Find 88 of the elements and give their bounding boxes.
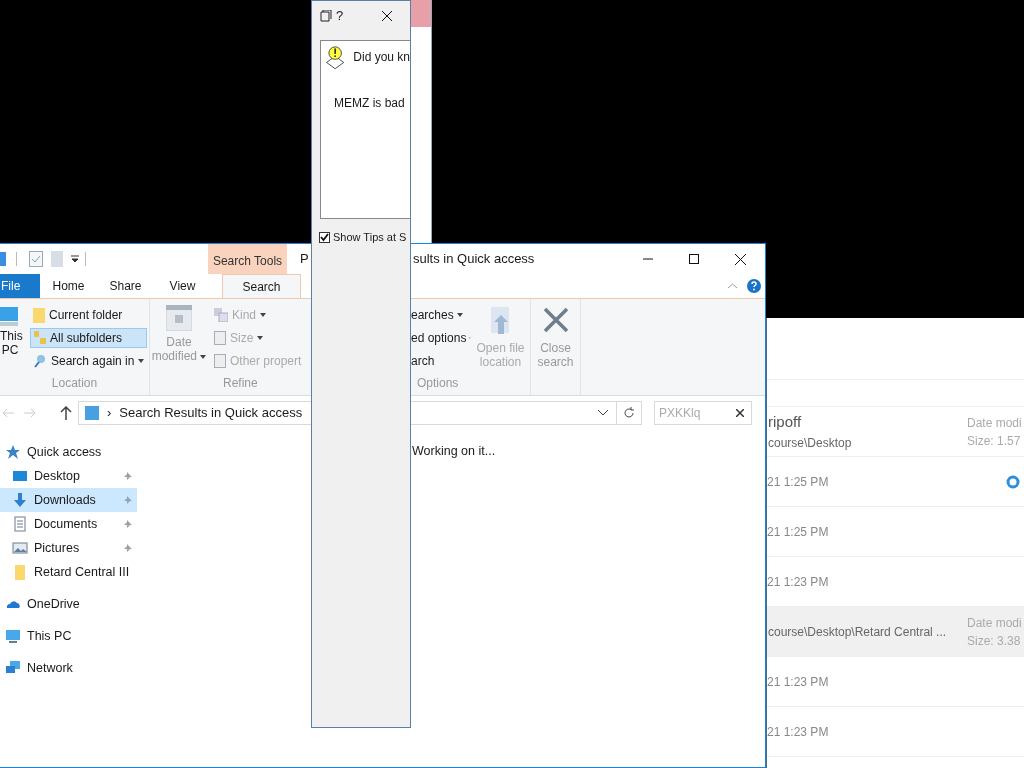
date-text: 21 1:23 PM	[767, 673, 830, 691]
caret-icon	[200, 354, 207, 359]
computer-icon	[5, 628, 21, 644]
search-field[interactable]: PXKKlq	[654, 401, 752, 425]
close-icon[interactable]	[382, 11, 392, 21]
file-path: course\Desktop	[768, 434, 853, 452]
folder-icon	[85, 406, 99, 420]
nav-item[interactable]: Desktop	[0, 464, 137, 488]
star-icon	[5, 444, 21, 460]
nav-item[interactable]: Retard Central III	[0, 560, 137, 584]
result-row[interactable]: ripoff course\Desktop Date modi Size: 1.57	[767, 407, 1024, 457]
context-tab-header: Search Tools	[208, 244, 287, 274]
kind-icon	[214, 308, 228, 322]
advanced-options-button[interactable]: ed options	[411, 328, 471, 348]
document-icon	[214, 354, 226, 368]
current-folder-button[interactable]: Current folder	[30, 305, 148, 325]
window-title: P	[300, 250, 309, 269]
nav-item[interactable]: Documents	[0, 512, 137, 536]
nav-item[interactable]: Quick access	[0, 440, 137, 464]
recent-searches-button[interactable]: earches	[411, 305, 471, 325]
group-label: Options	[416, 375, 460, 392]
pin-icon[interactable]	[123, 519, 133, 529]
calendar-icon	[166, 305, 192, 331]
clear-icon[interactable]	[736, 409, 744, 417]
size-label: Size: 3.38	[967, 632, 1022, 650]
pin-icon[interactable]	[123, 495, 133, 505]
date-label: Date modi	[967, 614, 1022, 632]
caret-icon	[469, 336, 471, 340]
refresh-icon[interactable]	[623, 407, 635, 419]
caret-icon	[257, 336, 264, 340]
save-search-button[interactable]: arch	[411, 351, 471, 371]
ribbon-tab[interactable]: File	[0, 274, 40, 298]
up-arrow-icon[interactable]	[60, 406, 72, 420]
window-icon	[320, 10, 332, 22]
close-icon	[542, 307, 569, 333]
window-title: sults in Quick access	[413, 250, 535, 269]
file-path: course\Desktop\Retard Central ...	[768, 623, 948, 641]
dialog-title: ?	[336, 7, 344, 26]
checkmark-icon[interactable]	[29, 251, 43, 267]
close-icon[interactable]	[735, 253, 746, 265]
ribbon-tab[interactable]: Share	[97, 274, 154, 298]
date-label: Date modi	[967, 414, 1022, 432]
help-icon[interactable]	[747, 279, 761, 293]
date-text: 21 1:25 PM	[767, 473, 830, 491]
folder-icon	[33, 307, 45, 323]
all-subfolders-button[interactable]: All subfolders	[30, 328, 148, 348]
status-text: Working on it...	[412, 443, 496, 458]
ribbon-tab[interactable]: Home	[40, 274, 97, 298]
pin-icon[interactable]	[123, 471, 133, 481]
nav-item[interactable]: Pictures	[0, 536, 137, 560]
document-icon	[214, 331, 226, 345]
nav-item[interactable]: Downloads	[0, 488, 137, 512]
chevron-down-icon[interactable]	[598, 410, 608, 416]
ribbon-tab[interactable]: View	[154, 274, 211, 298]
computer-icon	[0, 305, 20, 329]
tip-heading: Did you kn	[353, 49, 410, 66]
nav-item[interactable]: OneDrive	[0, 592, 137, 616]
document-icon	[12, 516, 28, 532]
checkbox[interactable]	[319, 231, 330, 243]
caret-icon	[260, 313, 267, 317]
down-arrow-icon	[12, 492, 28, 508]
date-text: 21 1:23 PM	[767, 573, 830, 591]
nav-item[interactable]: This PC	[0, 624, 137, 648]
result-row[interactable]: course\Desktop\Retard Central ... Date modi Size: 3.38	[767, 607, 1024, 657]
collapse-ribbon-icon[interactable]	[728, 283, 737, 289]
folder-icon	[12, 564, 28, 580]
group-label: Refine	[222, 375, 259, 392]
this-pc-button[interactable]: This PC	[0, 305, 26, 374]
nav-item[interactable]: Network	[0, 656, 137, 680]
group-label: Location	[50, 375, 99, 392]
network-icon	[5, 660, 21, 676]
size-label: Size: 1.57	[967, 432, 1022, 450]
maximize-icon[interactable]	[689, 254, 699, 264]
picture-icon	[12, 540, 28, 556]
monitor-icon	[12, 468, 28, 484]
checkbox-label: Show Tips at S	[333, 230, 407, 245]
search-again-button[interactable]: Search again in	[30, 351, 148, 371]
date-text: 21 1:23 PM	[767, 723, 830, 741]
caret-icon	[138, 359, 145, 363]
ribbon-tab[interactable]: Search	[222, 274, 301, 298]
file-name: ripoff	[768, 412, 803, 433]
date-text: 21 1:25 PM	[767, 523, 830, 541]
pin-icon[interactable]	[123, 543, 133, 553]
folders-icon	[34, 331, 46, 345]
dropdown-icon[interactable]	[71, 255, 79, 263]
caret-icon	[456, 313, 463, 317]
tip-text: MEMZ is bad	[334, 95, 406, 112]
address-bar[interactable]: › Search Results in Quick access	[78, 401, 311, 425]
